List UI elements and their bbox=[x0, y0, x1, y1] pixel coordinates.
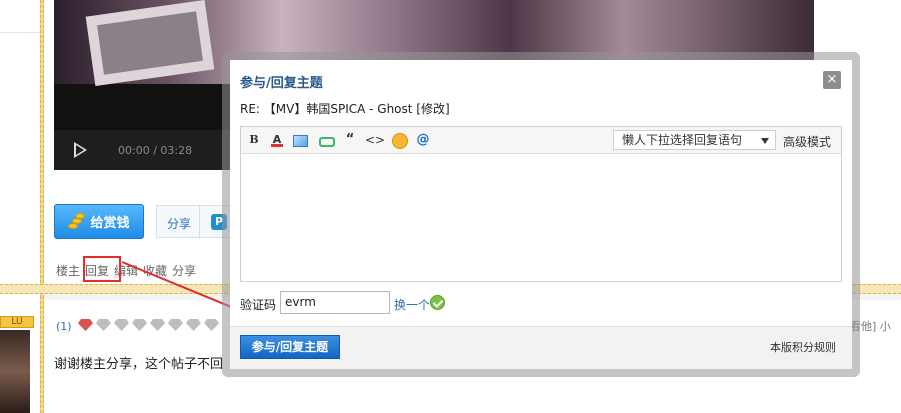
reply-subject: RE: 【MV】韩国SPICA - Ghost [修改] bbox=[240, 102, 450, 116]
captcha-label: 验证码 bbox=[240, 298, 277, 312]
quote-icon[interactable]: “ bbox=[342, 132, 358, 148]
video-frame-picture bbox=[85, 0, 215, 87]
mention-icon[interactable]: @ bbox=[415, 132, 431, 148]
medal-gems bbox=[78, 319, 219, 331]
reply-textarea[interactable] bbox=[241, 155, 841, 281]
editor-toolbar: B A “ <> @ 懒人下拉选择回复语句 高级模式 bbox=[241, 127, 841, 154]
coins-icon bbox=[68, 212, 86, 231]
advanced-mode-link[interactable]: 高级模式 bbox=[783, 133, 831, 150]
captcha-input[interactable]: evrm bbox=[280, 291, 390, 314]
captcha-refresh-link[interactable]: 换一个 bbox=[394, 296, 430, 313]
gem-icon bbox=[96, 319, 111, 331]
emoji-icon[interactable] bbox=[391, 132, 408, 149]
bold-icon[interactable]: B bbox=[246, 132, 262, 148]
reply-highlight-box bbox=[83, 256, 121, 282]
link-icon[interactable] bbox=[318, 132, 335, 148]
post-border-left-lower bbox=[40, 296, 44, 413]
action-op: 楼主 bbox=[56, 264, 81, 278]
gem-icon bbox=[204, 319, 219, 331]
check-icon bbox=[430, 295, 445, 310]
avatar[interactable] bbox=[0, 330, 30, 413]
quick-reply-select[interactable]: 懒人下拉选择回复语句 bbox=[613, 130, 776, 150]
gem-icon bbox=[132, 319, 147, 331]
share-divider bbox=[199, 206, 200, 239]
post-actions: 楼主 回复 编辑 收藏 分享 bbox=[56, 262, 196, 279]
action-share[interactable]: 分享 bbox=[172, 262, 196, 279]
level-badge: LU bbox=[0, 316, 34, 328]
modal-title: 参与/回复主题 bbox=[240, 76, 323, 91]
play-icon[interactable] bbox=[74, 142, 87, 158]
gem-icon bbox=[78, 319, 93, 331]
gem-icon bbox=[186, 319, 201, 331]
score-rules-link[interactable]: 本版积分规则 bbox=[770, 339, 836, 355]
modal-footer: 参与/回复主题 本版积分规则 bbox=[230, 326, 852, 369]
close-icon[interactable]: × bbox=[823, 71, 841, 89]
chevron-down-icon bbox=[761, 138, 769, 144]
gem-icon bbox=[168, 319, 183, 331]
floor-number: (1) bbox=[56, 320, 72, 333]
gem-icon bbox=[150, 319, 165, 331]
text-color-icon[interactable]: A bbox=[269, 132, 285, 148]
comment-text: 谢谢楼主分享，这个帖子不回 bbox=[54, 357, 224, 372]
reply-modal: 参与/回复主题 × RE: 【MV】韩国SPICA - Ghost [修改] B… bbox=[230, 60, 852, 369]
video-time: 00:00 / 03:28 bbox=[118, 144, 193, 157]
quick-reply-selected: 懒人下拉选择回复语句 bbox=[622, 133, 743, 147]
divider bbox=[0, 32, 40, 33]
give-reward-label: 给赏钱 bbox=[90, 216, 130, 231]
reply-editor: B A “ <> @ 懒人下拉选择回复语句 高级模式 bbox=[240, 126, 842, 282]
gem-icon bbox=[114, 319, 129, 331]
image-icon[interactable] bbox=[292, 132, 308, 148]
share-label[interactable]: 分享 bbox=[167, 215, 191, 232]
submit-reply-button[interactable]: 参与/回复主题 bbox=[240, 335, 340, 359]
give-reward-button[interactable]: 给赏钱 bbox=[54, 204, 144, 239]
code-icon[interactable]: <> bbox=[365, 132, 385, 148]
action-favorite[interactable]: 收藏 bbox=[143, 262, 167, 279]
